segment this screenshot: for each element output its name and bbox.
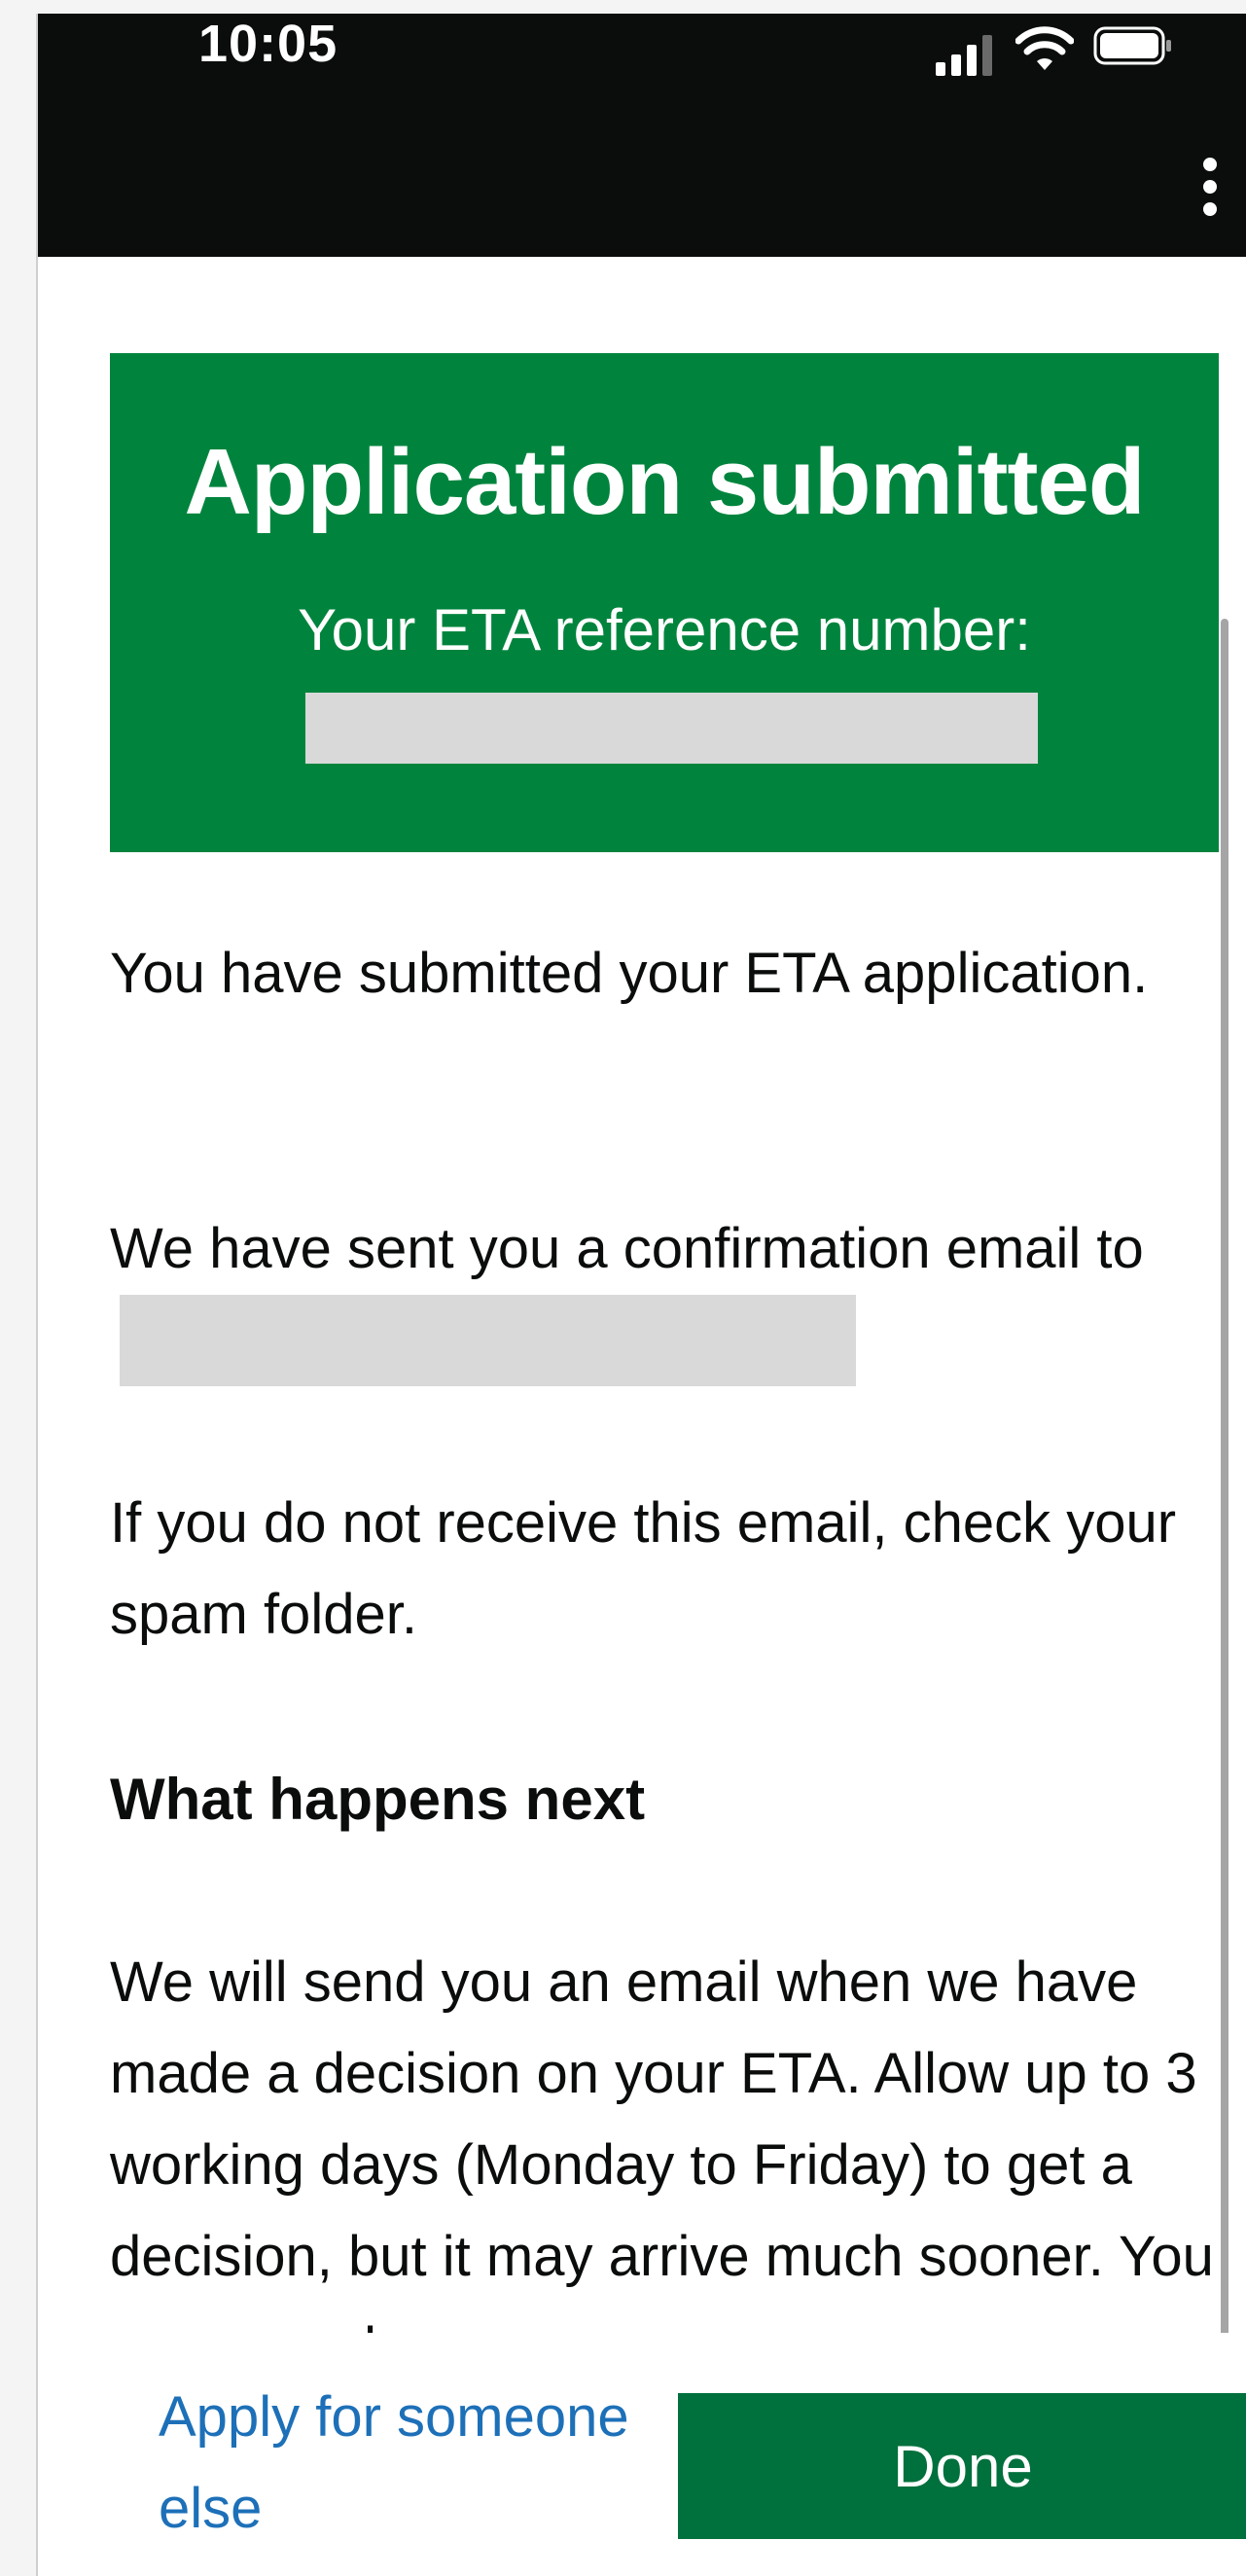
email-paragraph: We have sent you a confirmation email to: [110, 1203, 1219, 1386]
app-screen: 10:05 Application submitted Your ETA ref…: [36, 14, 1246, 2576]
reference-number-redacted: [305, 693, 1038, 764]
apply-for-someone-else-link[interactable]: Apply for someone else: [159, 2372, 664, 2555]
reference-label: Your ETA reference number:: [298, 597, 1031, 662]
cellular-signal-icon: [936, 35, 992, 76]
what-happens-next-heading: What happens next: [110, 1767, 646, 1832]
submitted-paragraph: You have submitted your ETA application.: [110, 942, 1149, 1005]
top-bar: 10:05: [38, 14, 1246, 257]
email-paragraph-text: We have sent you a confirmation email to: [110, 1217, 1144, 1280]
main-content: Application submitted Your ETA reference…: [38, 257, 1246, 2333]
bottom-action-bar: Apply for someone else Done: [38, 2333, 1246, 2576]
wifi-icon: [1015, 26, 1074, 70]
battery-icon: [1093, 26, 1171, 65]
vertical-ellipsis-icon[interactable]: [1195, 158, 1225, 226]
email-address-redacted: [120, 1295, 856, 1386]
scrollbar[interactable]: [1221, 619, 1228, 2333]
panel-title: Application submitted: [184, 430, 1146, 534]
decision-paragraph: We will send you an email when we have m…: [110, 1950, 1214, 2333]
confirmation-panel: Application submitted Your ETA reference…: [110, 353, 1219, 852]
done-button[interactable]: Done: [678, 2393, 1246, 2539]
status-time: 10:05: [198, 15, 338, 73]
spam-paragraph: If you do not receive this email, check …: [110, 1491, 1177, 1646]
